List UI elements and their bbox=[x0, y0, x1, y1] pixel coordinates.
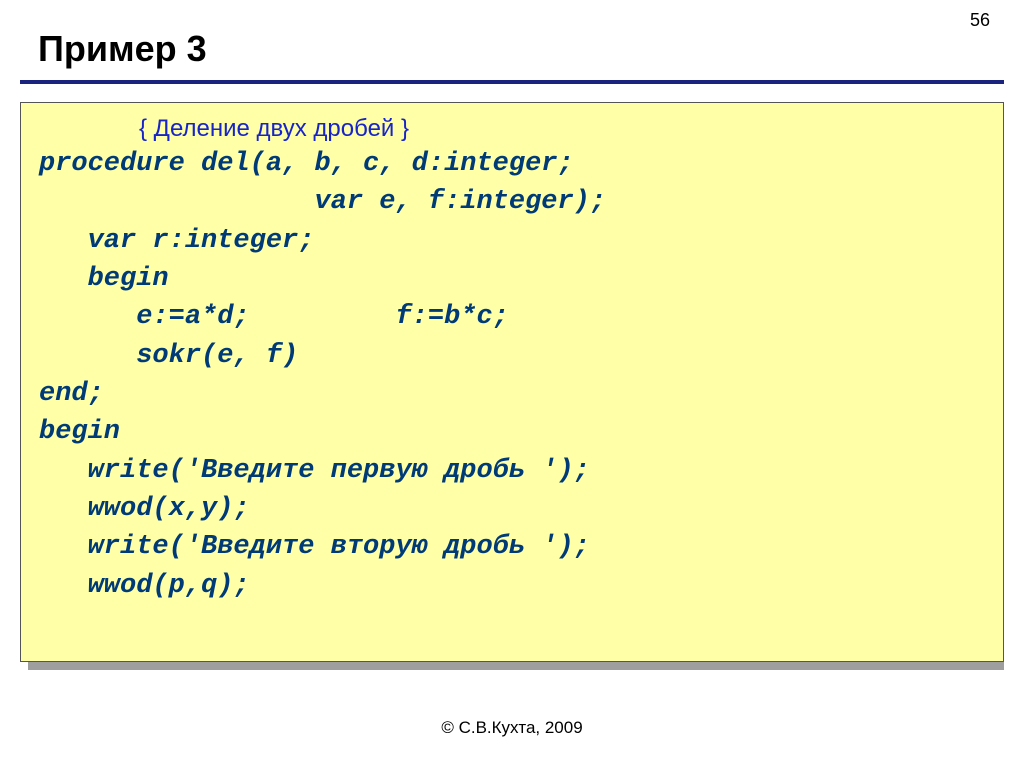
code-line: begin bbox=[39, 260, 985, 298]
code-line: sokr(e, f) bbox=[39, 337, 985, 375]
code-line: var e, f:integer); bbox=[39, 183, 985, 221]
code-line: write('Введите вторую дробь '); bbox=[39, 528, 985, 566]
footer-copyright: © С.В.Кухта, 2009 bbox=[0, 718, 1024, 738]
page-number: 56 bbox=[970, 10, 990, 31]
code-block-wrap: { Деление двух дробей } procedure del(a,… bbox=[20, 102, 1004, 662]
code-line: wwod(x,y); bbox=[39, 490, 985, 528]
code-line: e:=a*d; f:=b*c; bbox=[39, 298, 985, 336]
code-line: procedure del(a, b, c, d:integer; bbox=[39, 145, 985, 183]
code-line: wwod(p,q); bbox=[39, 567, 985, 605]
code-line: begin bbox=[39, 413, 985, 451]
code-line: write('Введите первую дробь '); bbox=[39, 452, 985, 490]
code-block: { Деление двух дробей } procedure del(a,… bbox=[20, 102, 1004, 662]
slide-title: Пример 3 bbox=[38, 28, 207, 70]
code-comment: { Деление двух дробей } bbox=[139, 115, 985, 143]
code-line: end; bbox=[39, 375, 985, 413]
code-line: var r:integer; bbox=[39, 222, 985, 260]
slide: 56 Пример 3 { Деление двух дробей } proc… bbox=[0, 0, 1024, 768]
title-divider bbox=[20, 80, 1004, 84]
